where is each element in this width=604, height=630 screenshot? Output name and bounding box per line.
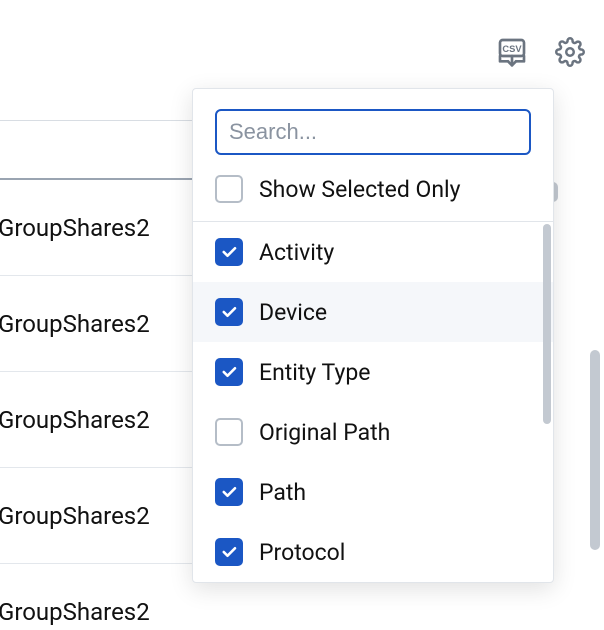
table-cell-value: GroupShares2 [0, 406, 150, 434]
export-csv-button[interactable]: CSV [494, 34, 530, 70]
column-option-checkbox[interactable] [215, 538, 243, 566]
column-option-checkbox[interactable] [215, 298, 243, 326]
table-cell-value: GroupShares2 [0, 598, 150, 626]
column-picker-search-input[interactable] [215, 109, 531, 155]
column-option-entity-type[interactable]: Entity Type [193, 342, 553, 402]
column-option-label: Protocol [259, 539, 345, 566]
toolbar: CSV [494, 34, 588, 70]
column-picker-scrollbar-thumb[interactable] [543, 224, 551, 424]
page-scrollbar-thumb[interactable] [590, 350, 600, 550]
column-option-device[interactable]: Device [193, 282, 553, 342]
column-option-label: Entity Type [259, 359, 370, 386]
column-picker-popover: Show Selected Only Activity Device Entity … [192, 88, 554, 583]
show-selected-only-row[interactable]: Show Selected Only [193, 169, 553, 222]
column-option-protocol[interactable]: Protocol [193, 522, 553, 582]
table-cell-value: GroupShares2 [0, 214, 150, 242]
column-picker-search-wrap [193, 89, 553, 169]
column-option-checkbox[interactable] [215, 358, 243, 386]
csv-icon: CSV [496, 36, 528, 68]
column-option-original-path[interactable]: Original Path [193, 402, 553, 462]
show-selected-only-checkbox[interactable] [215, 175, 243, 203]
svg-text:CSV: CSV [502, 44, 522, 54]
column-option-label: Path [259, 479, 306, 506]
column-options-list: Activity Device Entity Type Original Path Pa… [193, 222, 553, 582]
column-option-checkbox[interactable] [215, 418, 243, 446]
column-option-checkbox[interactable] [215, 478, 243, 506]
table-cell-value: GroupShares2 [0, 310, 150, 338]
column-option-checkbox[interactable] [215, 238, 243, 266]
settings-button[interactable] [552, 34, 588, 70]
column-option-label: Activity [259, 239, 334, 266]
table-cell-value: GroupShares2 [0, 502, 150, 530]
column-option-path[interactable]: Path [193, 462, 553, 522]
column-option-activity[interactable]: Activity [193, 222, 553, 282]
column-option-label: Device [259, 299, 327, 326]
gear-icon [555, 37, 585, 67]
show-selected-only-label: Show Selected Only [259, 176, 461, 203]
column-option-label: Original Path [259, 419, 390, 446]
